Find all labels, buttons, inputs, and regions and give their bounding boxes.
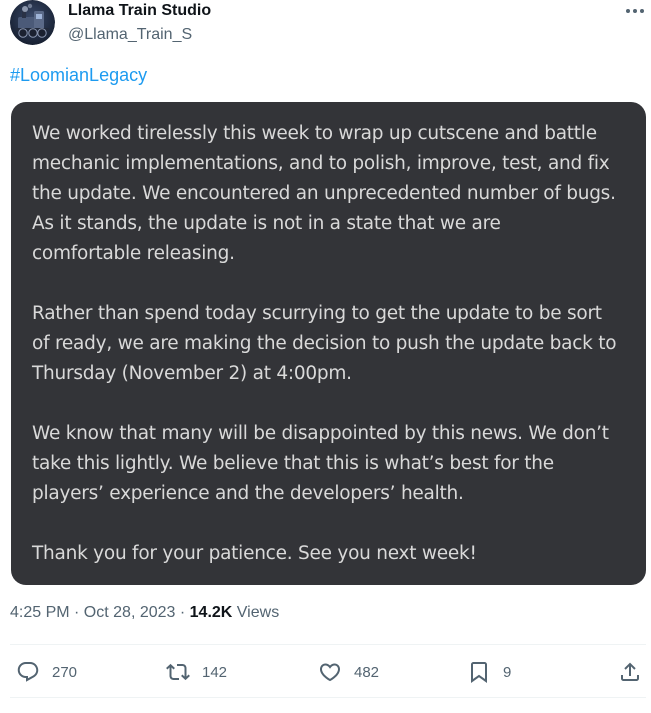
share-button[interactable] — [618, 659, 642, 685]
avatar-train-image — [10, 0, 55, 45]
like-count: 482 — [354, 663, 380, 681]
divider — [10, 644, 646, 645]
more-options-button[interactable] — [620, 0, 650, 22]
post-image[interactable]: We worked tirelessly this week to wrap u… — [11, 102, 646, 585]
heart-icon — [319, 663, 341, 682]
author-name[interactable]: Llama Train Studio — [68, 2, 211, 20]
image-paragraph: We worked tirelessly this week to wrap u… — [32, 123, 616, 264]
share-icon — [621, 662, 639, 681]
meta-separator: · — [175, 604, 190, 621]
author-handle[interactable]: @Llama_Train_S — [68, 26, 192, 44]
repost-button[interactable]: 142 — [166, 659, 227, 685]
more-dots-icon — [626, 9, 644, 13]
image-paragraph: Rather than spend today scurrying to get… — [32, 303, 617, 384]
divider — [10, 697, 646, 698]
like-button[interactable]: 482 — [318, 659, 379, 685]
bookmark-icon — [471, 662, 487, 683]
views-count: 14.2K — [189, 604, 233, 621]
reply-icon — [17, 662, 39, 682]
bookmark-button[interactable]: 9 — [467, 659, 511, 685]
timestamp[interactable]: 4:25 PM · Oct 28, 2023 — [10, 604, 175, 621]
views-label: Views — [236, 604, 280, 621]
repost-icon — [166, 663, 190, 681]
image-paragraph: We know that many will be disappointed b… — [32, 423, 609, 504]
action-bar: 270 142 482 9 — [0, 647, 651, 697]
post-meta: 4:25 PM · Oct 28, 2023 · 14.2K Views — [10, 604, 279, 622]
repost-count: 142 — [202, 663, 228, 681]
image-paragraph: Thank you for your patience. See you nex… — [32, 543, 477, 564]
bookmark-count: 9 — [503, 663, 512, 681]
hashtag-link[interactable]: #LoomianLegacy — [10, 65, 147, 86]
image-text: We worked tirelessly this week to wrap u… — [32, 119, 632, 569]
reply-button[interactable]: 270 — [16, 659, 77, 685]
avatar[interactable] — [10, 0, 55, 45]
reply-count: 270 — [52, 663, 78, 681]
